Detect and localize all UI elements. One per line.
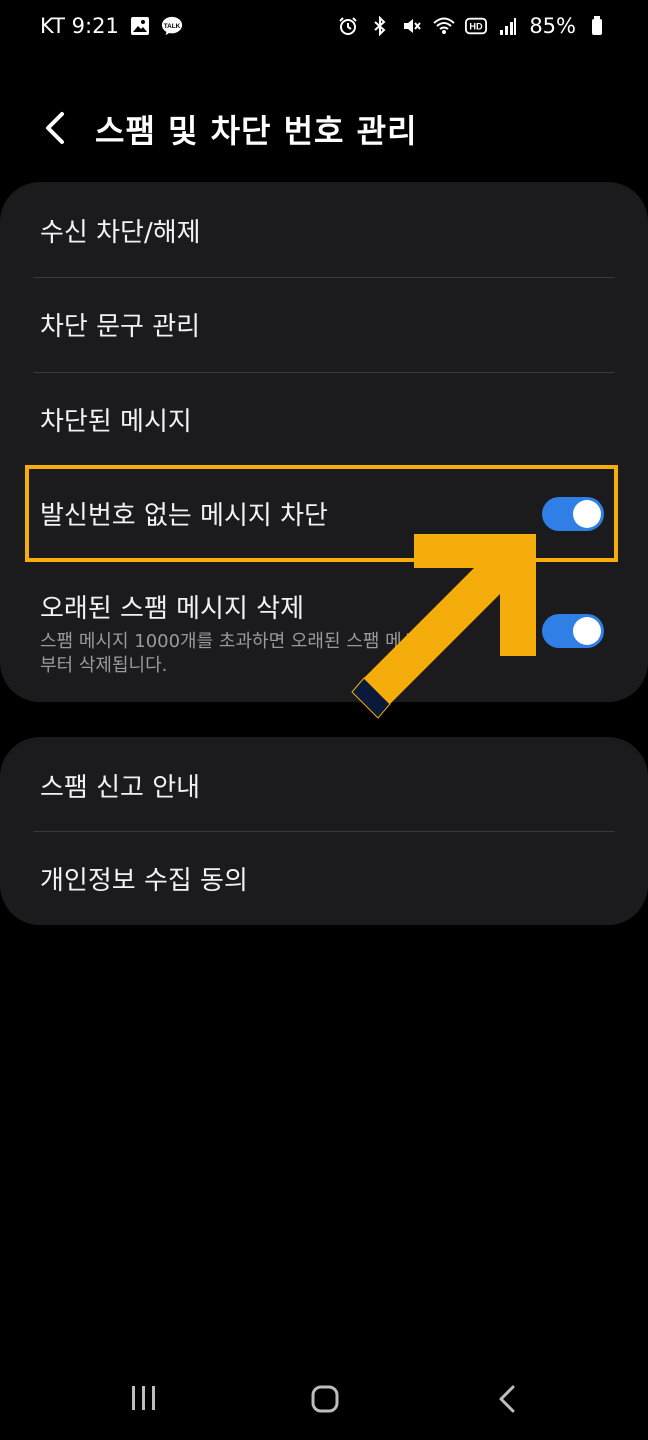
- row-blocked-messages[interactable]: 차단된 메시지: [0, 373, 648, 465]
- hd-icon: HD: [465, 15, 488, 37]
- wifi-icon: [433, 15, 455, 37]
- row-label: 차단 문구 관리: [40, 312, 201, 342]
- row-label: 수신 차단/해제: [40, 218, 201, 248]
- settings-card-info: 스팸 신고 안내 개인정보 수집 동의: [0, 737, 648, 925]
- status-bar: KT 9:21 TALK HD 85%: [0, 0, 648, 58]
- alarm-icon: [337, 15, 359, 37]
- row-label: 차단된 메시지: [40, 407, 192, 437]
- status-left: KT 9:21 TALK: [40, 14, 183, 38]
- row-block-phrases[interactable]: 차단 문구 관리: [0, 278, 648, 372]
- gallery-icon: [129, 15, 151, 37]
- home-icon[interactable]: [310, 1384, 340, 1414]
- app-header: 스팸 및 차단 번호 관리: [0, 98, 648, 160]
- row-spam-report-guide[interactable]: 스팸 신고 안내: [0, 737, 648, 831]
- row-block-unblock[interactable]: 수신 차단/해제: [0, 182, 648, 277]
- back-arrow-icon[interactable]: [38, 108, 74, 148]
- back-icon[interactable]: [494, 1384, 520, 1414]
- carrier-time: KT 9:21: [40, 14, 119, 38]
- svg-text:TALK: TALK: [164, 23, 181, 30]
- navigation-bar: [0, 1360, 648, 1440]
- row-label: 스팸 신고 안내: [40, 773, 201, 803]
- svg-text:HD: HD: [470, 22, 484, 32]
- bluetooth-icon: [369, 15, 391, 37]
- toggle-knob: [573, 617, 601, 645]
- battery-icon: [586, 15, 608, 37]
- pointer-arrow-icon: [351, 534, 536, 719]
- page-title: 스팸 및 차단 번호 관리: [95, 112, 418, 150]
- signal-icon: [497, 15, 519, 37]
- battery-percent: 85%: [529, 14, 576, 38]
- status-right: HD 85%: [337, 14, 608, 38]
- row-privacy-consent[interactable]: 개인정보 수집 동의: [0, 832, 648, 925]
- kakaotalk-icon: TALK: [161, 15, 183, 37]
- mute-icon: [401, 15, 423, 37]
- row-label: 오래된 스팸 메시지 삭제: [40, 594, 304, 624]
- recent-apps-icon[interactable]: [128, 1384, 160, 1412]
- row-label: 개인정보 수집 동의: [40, 866, 248, 896]
